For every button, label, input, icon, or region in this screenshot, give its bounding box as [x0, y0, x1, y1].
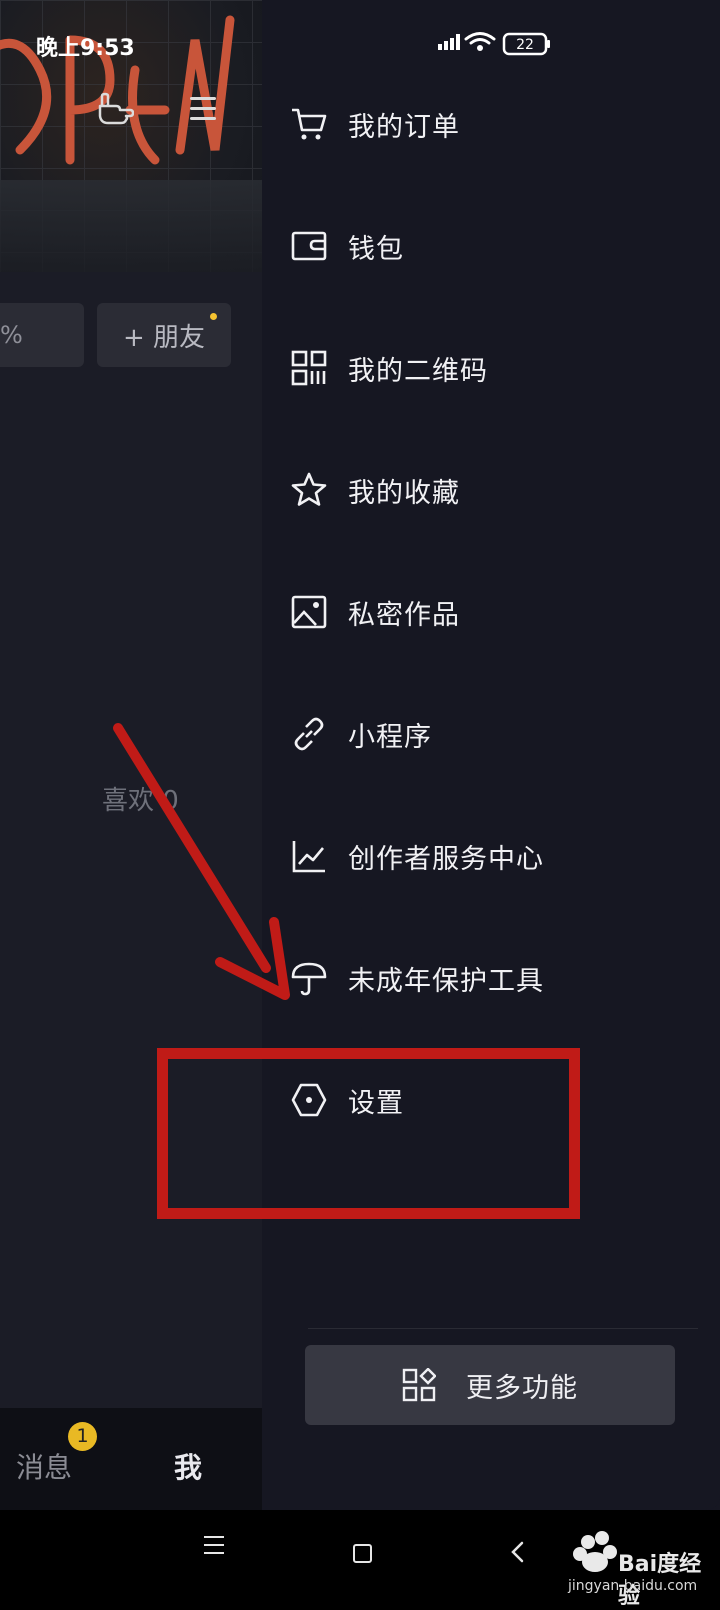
status-icons: 22 — [438, 32, 550, 56]
star-icon — [291, 472, 327, 506]
menu-item-favorites[interactable]: 我的收藏 — [290, 450, 690, 530]
watermark-url: jingyan.baidu.com — [568, 1578, 698, 1594]
screen: % + 朋友 喜欢 0 消息 1 我 我的订单 钱包 我的二维码 我的收藏 私密… — [0, 0, 720, 1510]
divider — [308, 1328, 698, 1329]
recent-apps-button[interactable] — [204, 1536, 224, 1560]
signal-icon — [438, 34, 460, 50]
menu-item-private-works[interactable]: 私密作品 — [290, 572, 690, 652]
nav-messages-tab[interactable]: 消息 — [16, 1446, 72, 1486]
link-icon — [294, 717, 324, 751]
hand-pointer-icon[interactable] — [96, 92, 134, 126]
menu-item-creator-center[interactable]: 创作者服务中心 — [290, 816, 690, 896]
side-drawer: 我的订单 钱包 我的二维码 我的收藏 私密作品 小程序 创作者服务中心 未成年保… — [262, 0, 720, 1510]
menu-item-minor-protection[interactable]: 未成年保护工具 — [290, 938, 690, 1018]
menu-item-mini-programs[interactable]: 小程序 — [290, 694, 690, 774]
image-icon — [291, 595, 327, 629]
wifi-icon — [464, 32, 496, 45]
more-features-button[interactable]: 更多功能 — [305, 1345, 675, 1425]
profile-page-background: % + 朋友 喜欢 0 消息 1 我 — [0, 0, 262, 1510]
annotation-highlight-box — [157, 1048, 580, 1219]
hamburger-menu-icon[interactable] — [190, 97, 216, 121]
add-friend-button[interactable]: + 朋友 — [97, 303, 231, 367]
cart-icon — [292, 108, 327, 140]
menu-item-qr-code[interactable]: 我的二维码 — [290, 328, 690, 408]
status-time: 晚上9:53 — [36, 36, 135, 61]
battery-level: 22 — [516, 37, 534, 53]
menu-item-wallet[interactable]: 钱包 — [290, 206, 690, 286]
system-navigation-bar: Bai度经验 jingyan.baidu.com — [0, 1510, 720, 1609]
umbrella-icon — [291, 962, 327, 996]
grid-apps-icon — [402, 1368, 436, 1402]
stat-pill[interactable]: % — [0, 303, 84, 367]
nav-me-tab[interactable]: 我 — [174, 1446, 202, 1486]
battery-icon: 22 — [502, 32, 550, 56]
notification-dot — [210, 313, 217, 320]
wallet-icon — [291, 231, 327, 261]
chart-icon — [292, 841, 325, 873]
home-button[interactable] — [353, 1544, 372, 1563]
qr-code-icon — [291, 350, 327, 386]
messages-badge: 1 — [68, 1422, 97, 1451]
back-button[interactable] — [506, 1540, 530, 1564]
likes-count: 喜欢 0 — [102, 786, 179, 816]
bottom-navigation: 消息 1 我 — [0, 1408, 262, 1510]
menu-item-orders[interactable]: 我的订单 — [290, 84, 690, 164]
